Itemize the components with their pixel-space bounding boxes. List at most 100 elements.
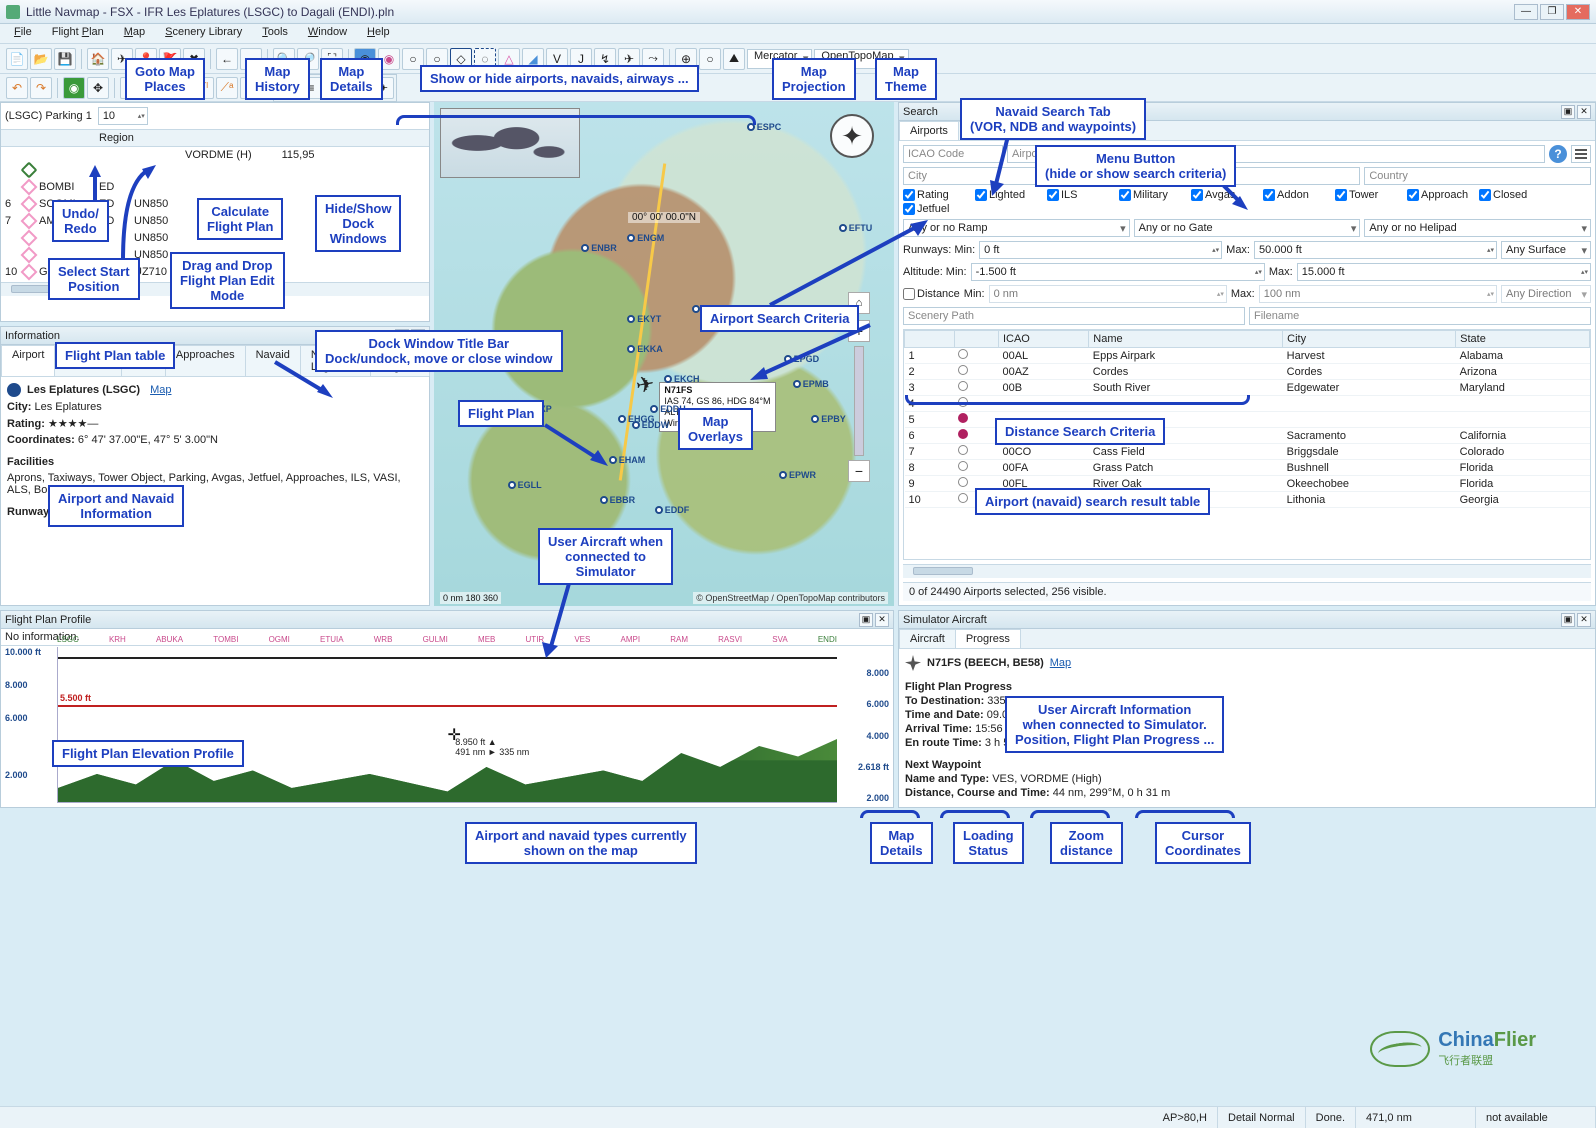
menu-flightplan[interactable]: Flight Plan [44, 24, 112, 43]
table-row[interactable]: 100ALEpps AirparkHarvestAlabama [905, 348, 1590, 364]
search-close-button[interactable]: ✕ [1577, 105, 1591, 119]
menu-help[interactable]: Help [359, 24, 398, 43]
save-button[interactable]: 💾 [54, 48, 76, 70]
profile-titlebar[interactable]: Flight Plan Profile ▣ ✕ [1, 611, 893, 629]
map-airport[interactable]: EGLL [508, 480, 542, 490]
search-help-button[interactable]: ? [1549, 145, 1567, 163]
country-input[interactable]: Country [1364, 167, 1591, 185]
icao-input[interactable]: ICAO Code [903, 145, 1003, 163]
map-airport[interactable]: EFTU [839, 223, 873, 233]
check-ils[interactable]: ILS [1047, 189, 1109, 201]
tab-progress[interactable]: Progress [955, 629, 1021, 648]
map-airport[interactable]: EDDF [655, 505, 690, 515]
alt-min-input[interactable]: -1.500 ft [971, 263, 1265, 281]
search-scrollbar[interactable] [903, 564, 1591, 578]
undo-button[interactable]: ↶ [6, 77, 28, 99]
table-row[interactable] [1, 163, 429, 180]
check-avgas[interactable]: Avgas [1191, 189, 1253, 201]
menu-window[interactable]: Window [300, 24, 355, 43]
airport-map-link[interactable]: Map [150, 384, 171, 396]
show-hills-button[interactable]: ⛰ [723, 48, 745, 70]
profile-close-button[interactable]: ✕ [875, 613, 889, 627]
direction-select[interactable]: Any Direction [1501, 285, 1591, 303]
callout-map-history: MapHistory [245, 58, 310, 100]
redo-button[interactable]: ↷ [30, 77, 52, 99]
open-button[interactable]: 📂 [30, 48, 52, 70]
dist-max-input[interactable]: 100 nm [1259, 285, 1497, 303]
callout-user-ac-info: User Aircraft Informationwhen connected … [1005, 696, 1224, 753]
runway-min-input[interactable]: 0 ft [979, 241, 1222, 259]
compass-overlay[interactable] [830, 114, 874, 158]
search-pin-button[interactable]: ▣ [1561, 105, 1575, 119]
check-approach[interactable]: Approach [1407, 189, 1469, 201]
search-menu-button[interactable] [1571, 145, 1591, 163]
runway-max-input[interactable]: 50.000 ft [1254, 241, 1497, 259]
alt-max-input[interactable]: 15.000 ft [1297, 263, 1591, 281]
cruise-alt-input[interactable]: 10 [98, 107, 148, 125]
check-tower[interactable]: Tower [1335, 189, 1397, 201]
dragdrop-edit-button[interactable]: ✥ [87, 77, 109, 99]
surface-select[interactable]: Any Surface [1501, 241, 1591, 259]
select-start-button[interactable]: ◉ [63, 77, 85, 99]
table-row[interactable]: 700COCass FieldBriggsdaleColorado [905, 444, 1590, 460]
check-rating[interactable]: Rating [903, 189, 965, 201]
check-jetfuel[interactable]: Jetfuel [903, 203, 965, 215]
scenery-path-input[interactable]: Scenery Path [903, 307, 1245, 325]
map-airport[interactable]: ENGM [627, 233, 664, 243]
map-airport[interactable]: EKKA [627, 344, 663, 354]
profile-pin-button[interactable]: ▣ [859, 613, 873, 627]
minimize-button[interactable]: — [1514, 4, 1538, 20]
menu-scenery[interactable]: Scenery Library [157, 24, 250, 43]
map-airport[interactable]: EPBY [811, 414, 846, 424]
tab-approaches[interactable]: Approaches [165, 345, 246, 376]
callout-undo-redo: Undo/Redo [52, 200, 109, 242]
sim-pin-button[interactable]: ▣ [1561, 613, 1575, 627]
check-military[interactable]: Military [1119, 189, 1181, 201]
map-airport[interactable]: EPWR [779, 470, 816, 480]
close-button[interactable]: ✕ [1566, 4, 1590, 20]
tab-navaid[interactable]: Navaid [245, 345, 301, 376]
map-airport[interactable]: EKYT [627, 314, 661, 324]
simulator-titlebar[interactable]: Simulator Aircraft ▣ ✕ [899, 611, 1595, 629]
airport-coords: 6° 47' 37.00"E, 47° 5' 3.00"N [78, 434, 218, 446]
dist-min-input[interactable]: 0 nm [989, 285, 1227, 303]
check-closed[interactable]: Closed [1479, 189, 1541, 201]
map-airport[interactable]: ENBR [581, 243, 617, 253]
calc-alt-button[interactable]: ⟋ᵃ [216, 77, 238, 99]
filename-input[interactable]: Filename [1249, 307, 1591, 325]
table-row[interactable]: 800FAGrass PatchBushnellFlorida [905, 460, 1590, 476]
back-button[interactable]: ← [216, 48, 238, 70]
new-button[interactable]: 📄 [6, 48, 28, 70]
map-airport[interactable]: EPMB [793, 379, 829, 389]
watermark-logo-icon [1370, 1031, 1430, 1067]
zoom-slider-overlay[interactable] [854, 346, 864, 456]
map-airport[interactable]: EDDW [632, 420, 670, 430]
map-airport[interactable]: EBBR [600, 495, 636, 505]
check-lighted[interactable]: Lighted [975, 189, 1037, 201]
zoom-out-overlay[interactable]: − [848, 460, 870, 482]
helipad-select[interactable]: Any or no Helipad [1364, 219, 1591, 237]
menu-tools[interactable]: Tools [254, 24, 296, 43]
sim-close-button[interactable]: ✕ [1577, 613, 1591, 627]
menu-map[interactable]: Map [116, 24, 153, 43]
search-body: ICAO Code Airport Name ? City State / Pr… [899, 141, 1595, 605]
aircraft-map-link[interactable]: Map [1050, 657, 1071, 669]
ramp-select[interactable]: Any or no Ramp [903, 219, 1130, 237]
tab-airport[interactable]: Airport [1, 345, 55, 376]
map-airport[interactable]: EKCH [664, 374, 700, 384]
callout-status-cursor: CursorCoordinates [1155, 822, 1251, 864]
check-addon[interactable]: Addon [1263, 189, 1325, 201]
menu-file[interactable]: File [6, 24, 40, 43]
map-airport[interactable]: EPGD [784, 354, 820, 364]
distance-check[interactable] [903, 288, 915, 300]
map-airport[interactable]: EHAM [609, 455, 646, 465]
gate-select[interactable]: Any or no Gate [1134, 219, 1361, 237]
home-button[interactable]: 🏠 [87, 48, 109, 70]
vordme-freq: 115,95 [282, 149, 315, 161]
tab-aircraft[interactable]: Aircraft [899, 629, 956, 648]
table-row[interactable]: 200AZCordesCordesArizona [905, 364, 1590, 380]
show-cities-button[interactable]: ○ [699, 48, 721, 70]
table-row[interactable]: 300BSouth RiverEdgewaterMaryland [905, 380, 1590, 396]
tab-airports[interactable]: Airports [899, 121, 959, 140]
maximize-button[interactable]: ❐ [1540, 4, 1564, 20]
